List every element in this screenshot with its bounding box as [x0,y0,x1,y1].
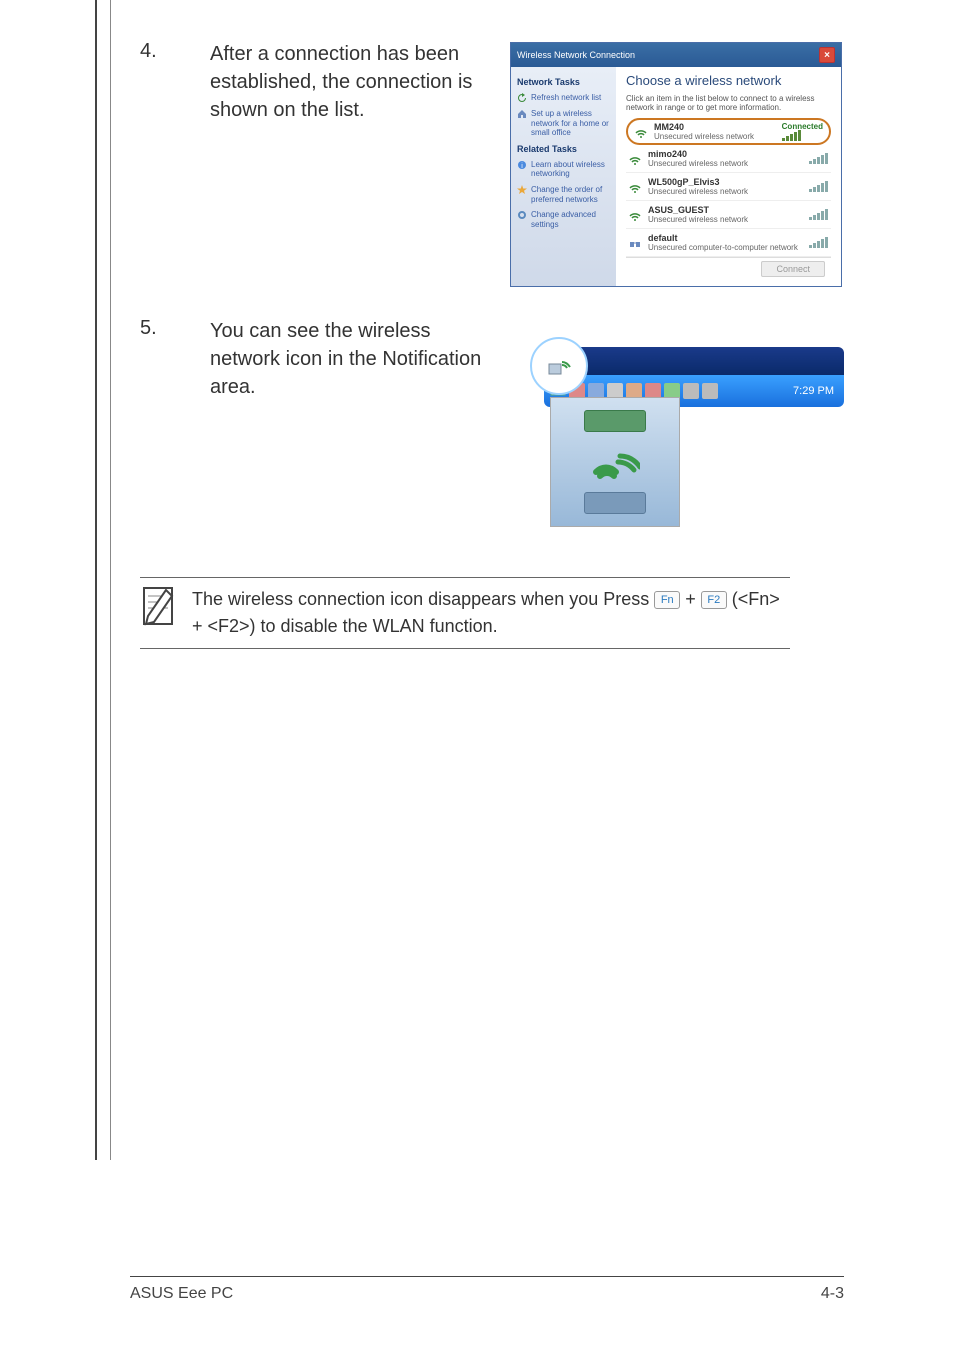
connect-button[interactable]: Connect [761,261,825,277]
network-item-connected[interactable]: MM240 Unsecured wireless network Connect… [626,118,831,145]
network-name: ASUS_GUEST [648,205,803,215]
signal-icon [809,154,829,164]
network-name: WL500gP_Elvis3 [648,177,803,187]
adhoc-icon [628,236,642,250]
sidebar-head-network-tasks: Network Tasks [517,77,610,87]
signal-icon [782,131,802,141]
dialog-sidebar: Network Tasks Refresh network list Set u… [511,67,616,286]
note-icon [140,586,176,626]
note-text: The wireless connection icon disappears … [192,586,790,640]
network-name: mimo240 [648,149,803,159]
note-text-pre: The wireless connection icon disappears … [192,589,654,609]
info-icon: i [517,160,527,170]
callout-circle [530,337,588,395]
dialog-main-subtext: Click an item in the list below to conne… [626,94,831,112]
dialog-main-heading: Choose a wireless network [626,73,831,88]
signal-icon [809,182,829,192]
network-security: Unsecured wireless network [648,215,803,224]
dialog-titlebar: Wireless Network Connection × [511,43,841,67]
network-item[interactable]: mimo240 Unsecured wireless network [626,145,831,173]
network-item[interactable]: default Unsecured computer-to-computer n… [626,229,831,257]
wifi-icon [634,125,648,139]
wifi-tray-icon [547,356,571,376]
tray-clock: 7:29 PM [793,385,838,397]
signal-icon [809,210,829,220]
note-box: The wireless connection icon disappears … [140,577,790,649]
wifi-icon [628,180,642,194]
page: 4. After a connection has been establish… [0,0,954,1363]
wifi-zoom-icon [590,442,640,482]
zoom-block [584,410,646,432]
network-security: Unsecured wireless network [654,132,776,141]
fn-key-icon: Fn [654,591,680,609]
step-4: 4. After a connection has been establish… [130,40,844,287]
wireless-dialog: Wireless Network Connection × Network Ta… [510,42,842,287]
sidebar-link-label: Refresh network list [531,93,601,103]
sidebar-link-label: Learn about wireless networking [531,160,610,179]
sidebar-link-label: Set up a wireless network for a home or … [531,109,610,138]
step-5-number: 5. [130,317,190,340]
tray-icon [683,383,699,399]
gear-icon [517,210,527,220]
sidebar-link-setup[interactable]: Set up a wireless network for a home or … [517,109,610,138]
dialog-main: Choose a wireless network Click an item … [616,67,841,286]
network-item[interactable]: WL500gP_Elvis3 Unsecured wireless networ… [626,173,831,201]
signal-icon [809,238,829,248]
step-5-text: You can see the wireless network icon in… [210,317,490,401]
sidebar-link-learn[interactable]: i Learn about wireless networking [517,160,610,179]
tray-illustration: 7:29 PM [510,317,844,537]
star-icon [517,185,527,195]
zoom-block [584,492,646,514]
note-plus: + [685,589,701,609]
sidebar-link-advanced[interactable]: Change advanced settings [517,210,610,229]
network-security: Unsecured computer-to-computer network [648,243,803,252]
footer-right: 4-3 [821,1285,844,1303]
sidebar-link-label: Change the order of preferred networks [531,185,610,204]
network-name: MM240 [654,122,776,132]
home-icon [517,109,527,119]
sidebar-link-label: Change advanced settings [531,210,610,229]
close-icon[interactable]: × [819,47,835,63]
refresh-icon [517,93,527,103]
step-4-number: 4. [130,40,190,63]
wifi-icon [628,208,642,222]
network-name: default [648,233,803,243]
wifi-icon [628,152,642,166]
sidebar-link-refresh[interactable]: Refresh network list [517,93,610,103]
f2-key-icon: F2 [701,591,727,609]
tray-icon [702,383,718,399]
zoom-panel [550,397,680,527]
page-footer: ASUS Eee PC 4-3 [130,1276,844,1303]
dialog-footer: Connect [626,257,831,280]
network-status: Connected [782,122,823,131]
dialog-title-text: Wireless Network Connection [517,50,635,60]
network-item[interactable]: ASUS_GUEST Unsecured wireless network [626,201,831,229]
sidebar-head-related-tasks: Related Tasks [517,144,610,154]
sidebar-link-order[interactable]: Change the order of preferred networks [517,185,610,204]
step-5: 5. You can see the wireless network icon… [130,317,844,537]
network-security: Unsecured wireless network [648,187,803,196]
network-security: Unsecured wireless network [648,159,803,168]
footer-left: ASUS Eee PC [130,1285,233,1303]
step-4-text: After a connection has been established,… [210,40,490,124]
